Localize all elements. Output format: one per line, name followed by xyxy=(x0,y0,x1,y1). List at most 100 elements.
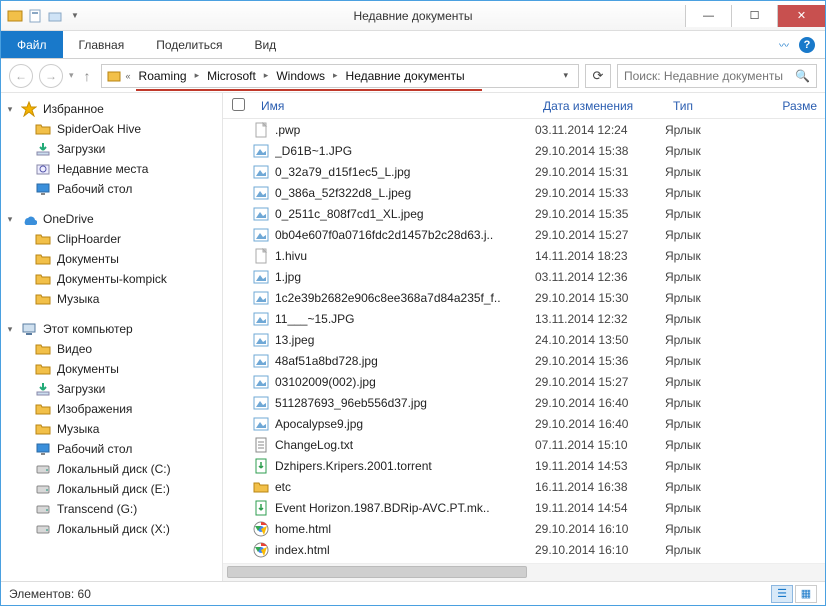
file-row[interactable]: 48af51a8bd728.jpg29.10.2014 15:36Ярлык xyxy=(223,350,825,371)
sidebar-item[interactable]: Загрузки xyxy=(1,379,222,399)
sidebar-item[interactable]: Локальный диск (E:) xyxy=(1,479,222,499)
file-row[interactable]: .pwp03.11.2014 12:24Ярлык xyxy=(223,119,825,140)
address-dropdown-icon[interactable]: ▾ xyxy=(557,70,574,81)
file-row[interactable]: index.html29.10.2014 16:10Ярлык xyxy=(223,539,825,560)
history-dropdown-icon[interactable]: ▾ xyxy=(69,70,74,81)
minimize-button[interactable]: — xyxy=(685,5,731,27)
sidebar-item[interactable]: Рабочий стол xyxy=(1,179,222,199)
file-row[interactable]: 511287693_96eb556d37.jpg29.10.2014 16:40… xyxy=(223,392,825,413)
qat-dropdown-icon[interactable]: ▼ xyxy=(67,8,83,24)
sidebar-item[interactable]: Видео xyxy=(1,339,222,359)
sidebar-item[interactable]: Локальный диск (X:) xyxy=(1,519,222,539)
file-row[interactable]: 11___~15.JPG13.11.2014 12:32Ярлык xyxy=(223,308,825,329)
scrollbar-thumb[interactable] xyxy=(227,566,527,578)
file-list[interactable]: .pwp03.11.2014 12:24Ярлык_D61B~1.JPG29.1… xyxy=(223,119,825,563)
file-row[interactable]: Dzhipers.Kripers.2001.torrent19.11.2014 … xyxy=(223,455,825,476)
column-date[interactable]: Дата изменения xyxy=(535,99,665,113)
image-icon xyxy=(253,332,269,348)
breadcrumb-seg-2[interactable]: Windows xyxy=(272,69,329,83)
sidebar-item[interactable]: Transcend (G:) xyxy=(1,499,222,519)
breadcrumb-seg-3[interactable]: Недавние документы xyxy=(342,69,469,83)
app-icon xyxy=(7,8,23,24)
close-button[interactable]: ✕ xyxy=(777,5,825,27)
sidebar-item[interactable]: Изображения xyxy=(1,399,222,419)
help-icon[interactable]: ? xyxy=(799,37,815,53)
navigation-pane[interactable]: ▾ИзбранноеSpiderOak HiveЗагрузкиНедавние… xyxy=(1,93,223,581)
back-button[interactable]: ← xyxy=(9,64,33,88)
tab-file[interactable]: Файл xyxy=(1,31,63,58)
column-name[interactable]: Имя xyxy=(253,99,535,113)
breadcrumb-seg-1[interactable]: Microsoft xyxy=(203,69,260,83)
refresh-button[interactable]: ⟳ xyxy=(585,64,611,88)
forward-button[interactable]: → xyxy=(39,64,63,88)
file-row[interactable]: ChangeLog.txt07.11.2014 15:10Ярлык xyxy=(223,434,825,455)
sidebar-item-label: OneDrive xyxy=(43,212,94,226)
address-bar[interactable]: « Roaming ▸ Microsoft ▸ Windows ▸ Недавн… xyxy=(101,64,579,88)
file-row[interactable]: 1.jpg03.11.2014 12:36Ярлык xyxy=(223,266,825,287)
tab-share[interactable]: Поделиться xyxy=(140,31,238,58)
sidebar-item-label: Загрузки xyxy=(57,382,105,396)
file-row[interactable]: 1c2e39b2682e906c8ee368a7d84a235f_f..29.1… xyxy=(223,287,825,308)
file-row[interactable]: 13.jpeg24.10.2014 13:50Ярлык xyxy=(223,329,825,350)
file-row[interactable]: 03102009(002).jpg29.10.2014 15:27Ярлык xyxy=(223,371,825,392)
sidebar-item[interactable]: Недавние места xyxy=(1,159,222,179)
file-row[interactable]: _D61B~1.JPG29.10.2014 15:38Ярлык xyxy=(223,140,825,161)
sidebar-item[interactable]: Музыка xyxy=(1,289,222,309)
expand-arrow-icon[interactable]: ▾ xyxy=(5,214,15,225)
file-row[interactable]: etc16.11.2014 16:38Ярлык xyxy=(223,476,825,497)
properties-icon[interactable] xyxy=(27,8,43,24)
column-type[interactable]: Тип xyxy=(665,99,755,113)
file-name: 1c2e39b2682e906c8ee368a7d84a235f_f.. xyxy=(275,291,535,305)
sidebar-item[interactable]: Документы xyxy=(1,249,222,269)
horizontal-scrollbar[interactable] xyxy=(223,563,825,581)
sidebar-item[interactable]: Музыка xyxy=(1,419,222,439)
view-icons-button[interactable]: ▦ xyxy=(795,585,817,603)
breadcrumb-seg-0[interactable]: Roaming xyxy=(135,69,191,83)
sidebar-item[interactable]: Документы xyxy=(1,359,222,379)
sidebar-item[interactable]: ClipHoarder xyxy=(1,229,222,249)
sidebar-item[interactable]: Загрузки xyxy=(1,139,222,159)
select-all-checkbox[interactable] xyxy=(232,98,245,111)
ribbon-collapse-icon[interactable]: 〰 xyxy=(779,37,789,52)
up-button[interactable]: ↑ xyxy=(80,68,95,84)
search-input[interactable] xyxy=(624,69,791,83)
file-date: 03.11.2014 12:36 xyxy=(535,270,665,284)
column-size[interactable]: Разме xyxy=(755,99,825,113)
tab-home[interactable]: Главная xyxy=(63,31,141,58)
sidebar-group-header[interactable]: ▾ OneDrive xyxy=(1,209,222,229)
search-icon[interactable]: 🔍 xyxy=(795,69,810,83)
file-row[interactable]: 0_32a79_d15f1ec5_L.jpg29.10.2014 15:31Яр… xyxy=(223,161,825,182)
file-row[interactable]: 0_386a_52f322d8_L.jpeg29.10.2014 15:33Яр… xyxy=(223,182,825,203)
file-row[interactable]: Apocalypse9.jpg29.10.2014 16:40Ярлык xyxy=(223,413,825,434)
status-elements-label: Элементов: xyxy=(9,587,74,601)
sidebar-group-header[interactable]: ▾Этот компьютер xyxy=(1,319,222,339)
breadcrumb-overflow-icon[interactable]: « xyxy=(124,71,133,81)
file-row[interactable]: 0b04e607f0a0716fdc2d1457b2c28d63.j..29.1… xyxy=(223,224,825,245)
sidebar-item[interactable]: Рабочий стол xyxy=(1,439,222,459)
file-row[interactable]: 1.hivu14.11.2014 18:23Ярлык xyxy=(223,245,825,266)
file-row[interactable]: Event Horizon.1987.BDRip-AVC.PT.mk..19.1… xyxy=(223,497,825,518)
maximize-button[interactable]: ☐ xyxy=(731,5,777,27)
expand-arrow-icon[interactable]: ▾ xyxy=(5,324,15,335)
view-details-button[interactable]: ☰ xyxy=(771,585,793,603)
sidebar-group-header[interactable]: ▾Избранное xyxy=(1,99,222,119)
sidebar-item-label: Локальный диск (E:) xyxy=(57,482,170,496)
image-icon xyxy=(253,206,269,222)
file-name: 11___~15.JPG xyxy=(275,312,535,326)
sidebar-item[interactable]: Документы-kompick xyxy=(1,269,222,289)
expand-arrow-icon[interactable]: ▾ xyxy=(5,104,15,115)
file-name: 13.jpeg xyxy=(275,333,535,347)
file-row[interactable]: home.html29.10.2014 16:10Ярлык xyxy=(223,518,825,539)
column-checkbox[interactable] xyxy=(223,98,253,114)
chevron-right-icon[interactable]: ▸ xyxy=(331,70,340,81)
tab-view[interactable]: Вид xyxy=(238,31,292,58)
sidebar-item[interactable]: Локальный диск (C:) xyxy=(1,459,222,479)
chevron-right-icon[interactable]: ▸ xyxy=(193,70,202,81)
folder-icon xyxy=(35,421,51,437)
search-box[interactable]: 🔍 xyxy=(617,64,817,88)
chevron-right-icon[interactable]: ▸ xyxy=(262,70,271,81)
file-row[interactable]: 0_2511c_808f7cd1_XL.jpeg29.10.2014 15:35… xyxy=(223,203,825,224)
new-folder-icon[interactable] xyxy=(47,8,63,24)
sidebar-item[interactable]: SpiderOak Hive xyxy=(1,119,222,139)
status-bar: Элементов: 60 ☰ ▦ xyxy=(1,581,825,605)
